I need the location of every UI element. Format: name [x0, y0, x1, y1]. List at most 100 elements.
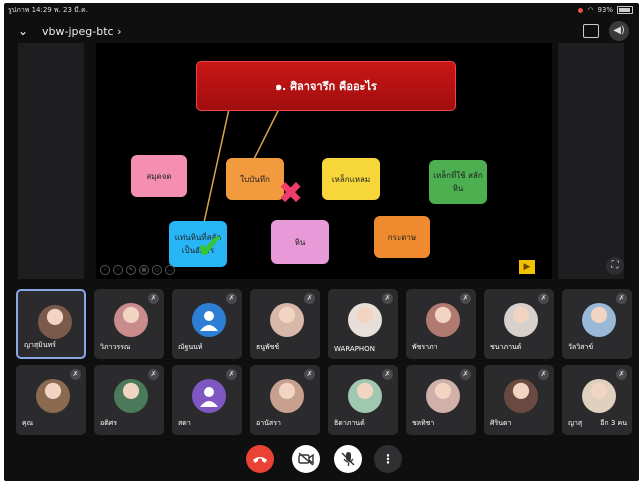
mic-muted-icon: ✗: [382, 369, 393, 380]
mic-muted-icon: ✗: [616, 369, 627, 380]
participant-tile[interactable]: ✗ ธิดาภานต์: [328, 365, 398, 435]
pen-icon[interactable]: ✎: [126, 265, 136, 275]
participant-tile[interactable]: ✗ ศิรินดา: [484, 365, 554, 435]
grid-icon[interactable]: ▦: [139, 265, 149, 275]
answer-card[interactable]: เหล็กที่ใช้ สลักหิน: [429, 160, 487, 204]
avatar: [504, 379, 538, 413]
meeting-header: ⌄ vbw-jpeg-btc › ◀): [14, 21, 631, 43]
mic-muted-icon: ✗: [304, 369, 315, 380]
avatar: [270, 303, 304, 337]
answer-card[interactable]: เหล็กแหลม: [322, 158, 380, 200]
participant-name: ญาสุ: [568, 419, 583, 427]
camera-off-button[interactable]: [292, 445, 320, 473]
mic-muted-icon: ✗: [226, 293, 237, 304]
more-icon[interactable]: …: [165, 265, 175, 275]
mic-muted-icon: ✗: [616, 293, 627, 304]
avatar: [114, 379, 148, 413]
participant-name: ณัฐนนท์: [178, 343, 203, 351]
more-options-button[interactable]: ⋮: [374, 445, 402, 473]
zoom-icon[interactable]: ○: [152, 265, 162, 275]
mic-off-icon: [341, 452, 355, 466]
mic-off-button[interactable]: [334, 445, 362, 473]
answer-card[interactable]: หิน: [271, 220, 329, 264]
avatar: [426, 379, 460, 413]
status-right: ◠ 93%: [578, 3, 633, 17]
answer-card[interactable]: สมุดจด: [131, 155, 187, 197]
mic-muted-icon: ✗: [382, 293, 393, 304]
mic-muted-icon: ✗: [148, 369, 159, 380]
participant-name: WARAPHON: [334, 345, 375, 353]
end-call-button[interactable]: [246, 445, 274, 473]
meeting-title[interactable]: vbw-jpeg-btc ›: [42, 25, 121, 38]
mic-muted-icon: ✗: [70, 369, 81, 380]
mic-muted-icon: ✗: [460, 369, 471, 380]
participant-tile[interactable]: ✗ วัลวิสาข์: [562, 289, 632, 359]
participant-name: ญาสุมินทร์: [24, 341, 56, 349]
participant-name: ศิรินดา: [490, 419, 512, 427]
right-filmstrip-bg: [558, 43, 624, 279]
more-participants-label[interactable]: อีก 3 คน: [600, 418, 627, 429]
call-controls: ⋮: [4, 441, 639, 479]
battery-percent: 93%: [597, 6, 613, 14]
status-bar: รูปภาพ 14:29 พ. 23 มี.ค. ◠ 93%: [4, 3, 639, 17]
avatar: [504, 303, 538, 337]
wifi-icon: ◠: [587, 6, 594, 14]
more-vert-icon: ⋮: [382, 452, 394, 466]
participant-name: วิภาวรรณ: [100, 343, 131, 351]
prev-icon[interactable]: ‹: [100, 265, 110, 275]
participant-tile[interactable]: ✗ ญาสุ อีก 3 คน: [562, 365, 632, 435]
participant-name: ชลทิชา: [412, 419, 435, 427]
answer-card[interactable]: ใบบันทึก: [226, 158, 284, 200]
participant-tile[interactable]: ✗ พัชราภา: [406, 289, 476, 359]
participant-name: สดา: [178, 419, 191, 427]
avatar: [582, 379, 616, 413]
slide-controls: ‹ › ✎ ▦ ○ …: [100, 265, 175, 275]
default-avatar-icon: [192, 303, 226, 337]
avatar: [582, 303, 616, 337]
participant-tile[interactable]: ✗ อานัสรา: [250, 365, 320, 435]
correct-check-icon: ✔: [196, 227, 225, 267]
avatar: [348, 303, 382, 337]
participant-tile[interactable]: ✗ ณัฐนนท์: [172, 289, 242, 359]
phone-hangup-icon: [253, 457, 267, 463]
video-off-icon: [298, 452, 314, 466]
fullscreen-icon[interactable]: ⛶: [606, 257, 624, 275]
avatar: [36, 379, 70, 413]
next-slide-icon[interactable]: ▶: [519, 260, 535, 274]
camera-switch-icon[interactable]: [583, 24, 599, 38]
participant-tile[interactable]: ✗ ชลทิชา: [406, 365, 476, 435]
participant-tile[interactable]: ✗ คุณ: [16, 365, 86, 435]
chevron-down-icon[interactable]: ⌄: [18, 24, 28, 38]
participant-tile[interactable]: ญาสุมินทร์: [16, 289, 86, 359]
avatar: [38, 305, 72, 339]
participant-name: คุณ: [22, 419, 34, 427]
avatar: [270, 379, 304, 413]
participant-tile[interactable]: ✗ ธนูพัชช์: [250, 289, 320, 359]
next-icon[interactable]: ›: [113, 265, 123, 275]
participant-name: พัชราภา: [412, 343, 438, 351]
presentation-slide: ๑. ศิลาจารึก คืออะไร สมุดจด ใบบันทึก เหล…: [96, 43, 552, 279]
mic-muted-icon: ✗: [538, 369, 549, 380]
participant-tile[interactable]: ✗ วิภาวรรณ: [94, 289, 164, 359]
participant-tile[interactable]: ✗ ชนาภานต์: [484, 289, 554, 359]
default-avatar-icon: [192, 379, 226, 413]
avatar: [348, 379, 382, 413]
mic-muted-icon: ✗: [538, 293, 549, 304]
participant-tile[interactable]: ✗ สดา: [172, 365, 242, 435]
mic-muted-icon: ✗: [460, 293, 471, 304]
participant-name: ธนูพัชช์: [256, 343, 280, 351]
participant-tile[interactable]: ✗ อติศร: [94, 365, 164, 435]
recording-dot-icon: [578, 7, 584, 13]
left-filmstrip-bg: [18, 43, 84, 279]
chevron-right-icon: ›: [117, 25, 122, 38]
participant-name: ธิดาภานต์: [334, 419, 365, 427]
mic-muted-icon: ✗: [304, 293, 315, 304]
avatar: [426, 303, 460, 337]
participant-tile[interactable]: ✗ WARAPHON: [328, 289, 398, 359]
meeting-code: vbw-jpeg-btc: [42, 25, 114, 38]
participant-name: วัลวิสาข์: [568, 343, 594, 351]
speaker-icon[interactable]: ◀): [609, 21, 629, 41]
slide-title: ๑. ศิลาจารึก คืออะไร: [196, 61, 456, 111]
mic-muted-icon: ✗: [226, 369, 237, 380]
answer-card[interactable]: กระดาษ: [374, 216, 430, 258]
